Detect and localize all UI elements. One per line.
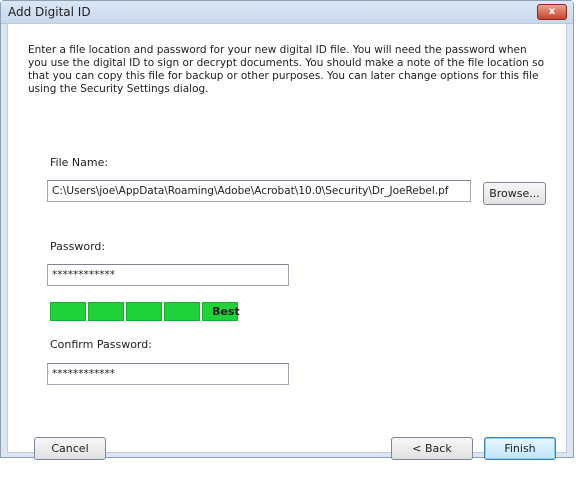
strength-label: Best xyxy=(212,305,240,318)
close-icon: x xyxy=(548,6,556,17)
confirm-password-input[interactable]: ************ xyxy=(47,363,289,385)
browse-button[interactable]: Browse... xyxy=(483,182,546,205)
dialog-title: Add Digital ID xyxy=(8,5,91,19)
back-button[interactable]: < Back xyxy=(391,437,473,460)
strength-segment xyxy=(164,302,200,321)
strength-segment xyxy=(50,302,86,321)
strength-segment xyxy=(88,302,124,321)
cancel-button[interactable]: Cancel xyxy=(34,437,106,460)
close-button[interactable]: x xyxy=(537,4,567,20)
strength-segment xyxy=(126,302,162,321)
password-input[interactable]: ************ xyxy=(47,264,289,286)
finish-button[interactable]: Finish xyxy=(484,437,556,460)
file-name-label: File Name: xyxy=(50,156,109,169)
title-bar: Add Digital ID x xyxy=(1,1,573,24)
file-name-input[interactable]: C:\Users\joe\AppData\Roaming\Adobe\Acrob… xyxy=(47,180,471,202)
intro-text: Enter a file location and password for y… xyxy=(28,44,545,95)
confirm-password-label: Confirm Password: xyxy=(50,338,152,351)
password-strength-meter xyxy=(50,302,238,321)
password-label: Password: xyxy=(50,240,106,253)
